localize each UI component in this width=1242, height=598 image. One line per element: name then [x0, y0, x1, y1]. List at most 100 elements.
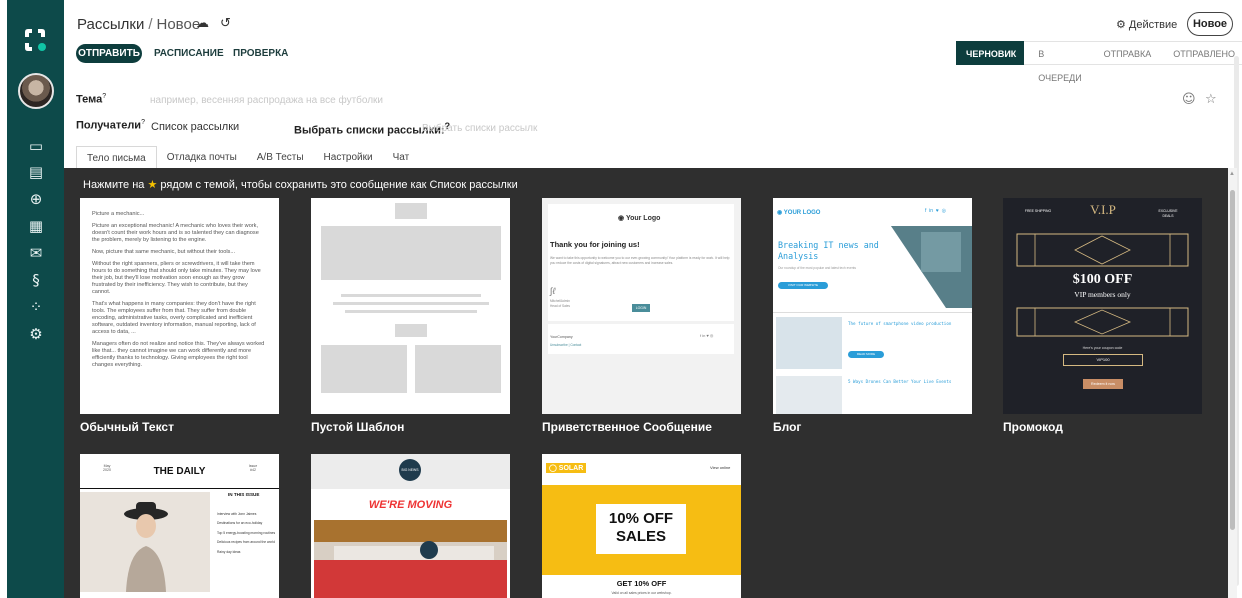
- template-card-moving[interactable]: BIG NEWS WE'RE MOVING: [311, 454, 510, 598]
- schedule-button[interactable]: РАСПИСАНИЕ: [154, 48, 224, 59]
- action-menu[interactable]: ⚙ Действие: [1116, 18, 1177, 31]
- cloud-save-icon[interactable]: ☁: [196, 16, 209, 31]
- status-draft[interactable]: ЧЕРНОВИК: [956, 41, 1025, 65]
- blog-social-icons: f in ♥ ◎: [925, 208, 946, 214]
- template-card-daily[interactable]: May 2020 THE DAILY Issue #42 IN THIS ISS…: [80, 454, 279, 598]
- template-title-promo: Промокод: [1003, 420, 1063, 434]
- settings-icon[interactable]: ⚙: [27, 325, 45, 343]
- link-tracker-icon[interactable]: §: [27, 271, 45, 289]
- art-deco-ornament-icon: [1016, 307, 1189, 337]
- email-marketing-icon[interactable]: ✉: [27, 244, 45, 262]
- form-header: Рассылки / Новое ☁ ↺ ⚙ Действие Новое ОТПР…: [64, 0, 1242, 170]
- subject-label: Тема?: [76, 93, 107, 106]
- avatar[interactable]: [18, 73, 54, 109]
- welcome-heading: Thank you for joining us!: [550, 240, 640, 249]
- breadcrumb-root[interactable]: Рассылки: [77, 16, 144, 33]
- blog-logo: ◉ YOUR LOGO: [777, 210, 821, 216]
- welcome-contact: Unsubscribe | Contact: [550, 343, 582, 347]
- tab-body[interactable]: Тело письма: [76, 146, 157, 170]
- template-card-blog[interactable]: ◉ YOUR LOGO f in ♥ ◎ Breaking IT news an…: [773, 198, 972, 414]
- blog-post-image: [776, 317, 842, 369]
- plain-line: That's what happens in many companies: t…: [92, 301, 256, 335]
- solar-view-online: View online: [710, 465, 731, 470]
- tab-debug[interactable]: Отладка почты: [157, 146, 247, 169]
- website-icon[interactable]: ⊕: [27, 190, 45, 208]
- solar-offer-box: 10% OFF SALES: [596, 504, 686, 554]
- scroll-up-icon[interactable]: ▲: [1229, 171, 1235, 177]
- app-sidebar: ▭ ▤ ⊕ ▦ ✉ § ⁘ ⚙: [7, 0, 64, 598]
- template-title-blank: Пустой Шаблон: [311, 420, 405, 434]
- apps-icon[interactable]: ⁘: [27, 298, 45, 316]
- star-icon: ★: [147, 178, 158, 191]
- tab-ab-tests[interactable]: A/B Тесты: [247, 146, 314, 169]
- discuss-icon[interactable]: ▭: [27, 137, 45, 155]
- template-gallery: Нажмите на ★ рядом с темой, чтобы сохран…: [64, 168, 1228, 598]
- welcome-footer: YourCompany Unsubscribe | Contact f in ♥…: [548, 324, 734, 354]
- template-card-welcome[interactable]: ◉ Your Logo Thank you for joining us! We…: [542, 198, 741, 414]
- daily-items: Interview with Jonn Jaimes Destinations …: [217, 512, 276, 554]
- promo-code: VIP100: [1063, 354, 1143, 366]
- solar-bottom-sub: Valid on all sales prices in our webshop…: [611, 591, 672, 595]
- welcome-company: YourCompany: [550, 335, 573, 339]
- promo-brand: V.I.P: [1090, 202, 1116, 217]
- blog-hero-image: [891, 226, 972, 308]
- template-card-blank[interactable]: [311, 198, 510, 414]
- status-sending[interactable]: ОТПРАВКА: [1089, 41, 1160, 65]
- plain-line: Picture a mechanic...: [92, 211, 145, 217]
- breadcrumb-separator: /: [148, 16, 153, 33]
- tab-settings[interactable]: Настройки: [314, 146, 383, 169]
- recipients-label: Получатели?: [76, 119, 145, 132]
- solar-logo: ◯ SOLAR: [546, 463, 587, 473]
- send-button[interactable]: ОТПРАВИТЬ: [76, 44, 142, 63]
- subject-input[interactable]: [150, 93, 1170, 107]
- blog-title: Breaking IT news and Analysis: [778, 240, 879, 261]
- template-card-promo[interactable]: FREE SHIPPING V.I.P EXCLUSIVE DEALS $100…: [1003, 198, 1202, 414]
- test-button[interactable]: ПРОВЕРКА: [233, 48, 288, 59]
- blog-lead: Our roundup of the most popular and late…: [778, 266, 856, 270]
- breadcrumb: Рассылки / Новое: [77, 16, 200, 33]
- welcome-text: We want to take this opportunity to welc…: [550, 256, 730, 265]
- status-sent[interactable]: ОТПРАВЛЕНО: [1159, 41, 1242, 65]
- moving-office-image: [314, 520, 507, 598]
- favorite-star-icon[interactable]: ☆: [1205, 92, 1217, 107]
- plain-line: Now, picture that same mechanic, but wit…: [92, 249, 236, 255]
- promo-sub: VIP members only: [1074, 290, 1131, 299]
- status-bar: ЧЕРНОВИК В ОЧЕРЕДИ ОТПРАВКА ОТПРАВЛЕНО: [956, 41, 1242, 83]
- moving-badge: BIG NEWS: [399, 459, 421, 481]
- mailing-lists-input[interactable]: [422, 121, 622, 135]
- promo-amount: $100 OFF: [1072, 272, 1133, 287]
- blog-post-cta: READ MORE: [848, 351, 884, 358]
- discard-icon[interactable]: ↺: [220, 16, 231, 31]
- template-title-welcome: Приветственное Сообщение: [542, 420, 712, 434]
- breadcrumb-current: Новое: [156, 16, 201, 33]
- plain-line: Managers often do not realize and notice…: [92, 341, 265, 368]
- blog-post-title: The future of smartphone video productio…: [848, 321, 952, 326]
- template-card-plain-text[interactable]: Picture a mechanic... Picture an excepti…: [80, 198, 279, 414]
- signature-icon: ∫ℓ: [550, 286, 556, 296]
- save-as-list-hint: Нажмите на ★ рядом с темой, чтобы сохран…: [83, 178, 518, 191]
- welcome-logo: ◉ Your Logo: [618, 215, 661, 222]
- daily-cover-image: [80, 492, 210, 592]
- blog-cta: VISIT OUR WEBSITE: [778, 282, 828, 289]
- blog-post-title: 5 Ways Drones Can Better Your Live Event…: [848, 379, 952, 384]
- welcome-signer: MitchellAdmin Head of Sales: [550, 299, 571, 308]
- welcome-cta: LOGIN: [632, 304, 650, 312]
- calendar-icon[interactable]: ▦: [27, 217, 45, 235]
- app-logo-icon[interactable]: [21, 26, 49, 54]
- recipients-select[interactable]: Список рассылки: [151, 121, 239, 133]
- status-queue[interactable]: В ОЧЕРЕДИ: [1024, 41, 1090, 83]
- template-card-solar[interactable]: ◯ SOLAR View online 10% OFF SALES GET 10…: [542, 454, 741, 598]
- template-title-plain-text: Обычный Текст: [80, 420, 174, 434]
- new-button[interactable]: Новое: [1187, 12, 1233, 36]
- promo-code-label: Here's your coupon code: [1082, 346, 1123, 350]
- plain-line: Without the right spanners, pliers or sc…: [92, 261, 261, 295]
- art-deco-ornament-icon: [1016, 233, 1189, 267]
- promo-right: EXCLUSIVE DEALS: [1158, 209, 1178, 218]
- documents-icon[interactable]: ▤: [27, 163, 45, 181]
- tab-chat[interactable]: Чат: [383, 146, 420, 169]
- promo-cta: Redeem it now: [1083, 379, 1123, 389]
- daily-issue-head: IN THIS ISSUE: [228, 492, 260, 497]
- blog-post-image: [776, 376, 842, 414]
- emoji-icon[interactable]: ☺: [1182, 92, 1196, 107]
- gallery-scroll-thumb[interactable]: [1230, 190, 1235, 530]
